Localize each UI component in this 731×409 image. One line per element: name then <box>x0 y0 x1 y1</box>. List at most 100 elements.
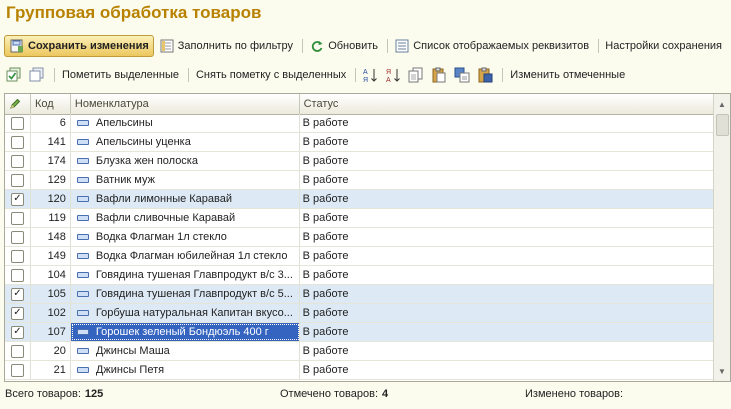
checkbox-unchecked[interactable] <box>10 230 24 244</box>
column-header-name[interactable]: Номенклатура <box>71 94 300 114</box>
status-cell[interactable]: В работе <box>300 304 714 322</box>
name-cell[interactable]: Апельсины уценка <box>71 133 300 151</box>
checkbox-checked[interactable]: ✓ <box>10 325 24 339</box>
table-row[interactable]: 119 Вафли сливочные Каравай В работе <box>5 209 714 228</box>
refresh-button[interactable]: Обновить <box>306 36 381 56</box>
checkbox-unchecked[interactable] <box>10 173 24 187</box>
row-check-cell[interactable] <box>5 342 31 360</box>
checkbox-unchecked[interactable] <box>10 363 24 377</box>
row-check-cell[interactable]: ✓ <box>5 285 31 303</box>
table-row[interactable]: 6 Апельсины В работе <box>5 114 714 133</box>
scrollbar-thumb[interactable] <box>716 114 729 136</box>
item-icon <box>76 310 89 316</box>
row-check-cell[interactable]: ✓ <box>5 190 31 208</box>
sort-descending-icon[interactable]: ЯA <box>383 65 403 85</box>
table-row[interactable]: ✓ 105 Говядина тушеная Главпродукт в/с 5..… <box>5 285 714 304</box>
row-check-cell[interactable] <box>5 133 31 151</box>
status-cell[interactable]: В работе <box>300 247 714 265</box>
row-check-cell[interactable] <box>5 152 31 170</box>
checkbox-unchecked[interactable] <box>10 154 24 168</box>
name-cell[interactable]: Водка Флагман 1л стекло <box>71 228 300 246</box>
table-row[interactable]: 174 Блузка жен полоска В работе <box>5 152 714 171</box>
checkbox-checked[interactable]: ✓ <box>10 306 24 320</box>
status-cell[interactable]: В работе <box>300 342 714 360</box>
name-cell[interactable]: Ватник муж <box>71 171 300 189</box>
toolbar-separator <box>355 68 357 82</box>
checkbox-unchecked[interactable] <box>10 116 24 130</box>
uncheck-all-icon[interactable] <box>27 65 47 85</box>
row-check-cell[interactable] <box>5 171 31 189</box>
name-cell[interactable]: Джинсы Петя <box>71 361 300 379</box>
name-cell[interactable]: Вафли лимонные Каравай <box>71 190 300 208</box>
scroll-down-arrow-icon[interactable]: ▼ <box>714 363 730 379</box>
item-icon <box>76 158 89 164</box>
status-cell[interactable]: В работе <box>300 266 714 284</box>
table-row[interactable]: ✓ 102 Горбуша натуральная Капитан вкусо...… <box>5 304 714 323</box>
sort-ascending-icon[interactable]: AЯ <box>360 65 380 85</box>
row-check-cell[interactable] <box>5 247 31 265</box>
checkbox-unchecked[interactable] <box>10 211 24 225</box>
name-cell[interactable]: Говядина тушеная Главпродукт в/с 3... <box>71 266 300 284</box>
paste-replace-icon[interactable] <box>475 65 495 85</box>
status-cell[interactable]: В работе <box>300 228 714 246</box>
checkbox-checked[interactable]: ✓ <box>10 287 24 301</box>
name-cell[interactable]: Горошек зеленый Бондюэль 400 г <box>70 323 300 341</box>
row-check-cell[interactable] <box>5 228 31 246</box>
status-cell[interactable]: В работе <box>300 171 714 189</box>
row-check-cell[interactable] <box>5 361 31 379</box>
table-row[interactable]: 20 Джинсы Маша В работе <box>5 342 714 361</box>
copy-icon[interactable] <box>406 65 426 85</box>
attributes-list-button[interactable]: Список отображаемых реквизитов <box>391 36 592 56</box>
table-row[interactable]: 141 Апельсины уценка В работе <box>5 133 714 152</box>
row-check-cell[interactable] <box>5 114 31 132</box>
table-row[interactable]: 21 Джинсы Петя В работе <box>5 361 714 380</box>
table-row[interactable]: 129 Ватник муж В работе <box>5 171 714 190</box>
status-cell[interactable]: В работе <box>300 152 714 170</box>
table-rows: 6 Апельсины В работе 141 Апельсины уценка В р… <box>5 114 714 380</box>
status-cell[interactable]: В работе <box>300 209 714 227</box>
checkbox-unchecked[interactable] <box>10 249 24 263</box>
status-cell[interactable]: В работе <box>300 361 714 379</box>
unmark-selected-button[interactable]: Снять пометку с выделенных <box>193 65 349 85</box>
status-cell[interactable]: В работе <box>300 285 714 303</box>
scroll-up-arrow-icon[interactable]: ▲ <box>714 96 730 112</box>
name-cell[interactable]: Говядина тушеная Главпродукт в/с 5... <box>71 285 300 303</box>
name-cell[interactable]: Джинсы Маша <box>71 342 300 360</box>
status-cell[interactable]: В работе <box>300 190 714 208</box>
change-marked-button[interactable]: Изменить отмеченные <box>507 65 628 85</box>
vertical-scrollbar[interactable]: ▲ ▼ <box>713 94 730 381</box>
row-check-cell[interactable] <box>5 209 31 227</box>
paste-add-icon[interactable] <box>452 65 472 85</box>
fill-by-filter-button[interactable]: Заполнить по фильтру <box>156 36 296 56</box>
table-row[interactable]: 148 Водка Флагман 1л стекло В работе <box>5 228 714 247</box>
code-cell: 107 <box>31 323 71 341</box>
status-cell[interactable]: В работе <box>300 323 714 341</box>
name-cell[interactable]: Горбуша натуральная Капитан вкусо... <box>71 304 300 322</box>
row-check-cell[interactable]: ✓ <box>5 304 31 322</box>
checkbox-unchecked[interactable] <box>10 268 24 282</box>
status-cell[interactable]: В работе <box>300 133 714 151</box>
name-cell[interactable]: Апельсины <box>71 114 300 132</box>
column-header-status[interactable]: Статус <box>300 94 714 114</box>
checkbox-unchecked[interactable] <box>10 344 24 358</box>
column-header-code[interactable]: Код <box>31 94 71 114</box>
row-check-cell[interactable] <box>5 266 31 284</box>
checkbox-unchecked[interactable] <box>10 135 24 149</box>
row-check-cell[interactable]: ✓ <box>5 323 31 341</box>
mark-selected-button[interactable]: Пометить выделенные <box>59 65 182 85</box>
save-changes-button[interactable]: Сохранить изменения <box>4 35 154 57</box>
table-row[interactable]: ✓ 120 Вафли лимонные Каравай В работе <box>5 190 714 209</box>
table-row[interactable]: 104 Говядина тушеная Главпродукт в/с 3...… <box>5 266 714 285</box>
column-header-check[interactable] <box>5 94 31 114</box>
table-row[interactable]: 149 Водка Флагман юбилейная 1л стекло В ра… <box>5 247 714 266</box>
status-cell[interactable]: В работе <box>300 114 714 132</box>
name-cell[interactable]: Вафли сливочные Каравай <box>71 209 300 227</box>
paste-icon[interactable] <box>429 65 449 85</box>
checkbox-checked[interactable]: ✓ <box>10 192 24 206</box>
check-all-icon[interactable] <box>4 65 24 85</box>
products-table[interactable]: Код Номенклатура Статус 6 Апельсины В рабо… <box>4 93 731 382</box>
save-settings-button[interactable]: Настройки сохранения <box>602 36 725 56</box>
name-cell[interactable]: Блузка жен полоска <box>71 152 300 170</box>
table-row[interactable]: ✓ 107 Горошек зеленый Бондюэль 400 г В рабо… <box>5 323 714 342</box>
name-cell[interactable]: Водка Флагман юбилейная 1л стекло <box>71 247 300 265</box>
